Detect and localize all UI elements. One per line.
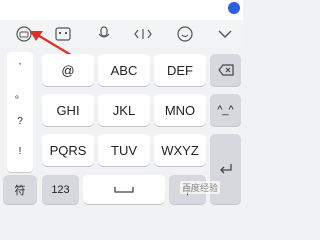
punctuation-list: , 。 ? ! [7,52,33,172]
key-pqrs[interactable]: PQRS [42,134,94,166]
key-wxyz[interactable]: WXYZ [154,134,206,166]
key-def[interactable]: DEF [154,54,206,86]
symbol-key[interactable]: 符 [3,175,37,204]
space-icon [114,186,134,193]
watermark: 百度经验 [180,181,221,194]
key-ghi[interactable]: GHI [42,94,94,126]
punctuation-item[interactable]: 。 [7,86,33,101]
key-mno[interactable]: MNO [154,94,206,126]
punctuation-item[interactable]: ? [7,116,33,127]
microphone-icon[interactable] [94,24,114,44]
punctuation-item[interactable]: , [7,56,33,67]
number-key[interactable]: 123 [42,175,79,204]
smiley-icon[interactable] [175,24,195,44]
key-abc[interactable]: ABC [98,54,150,86]
collapse-chevron-icon[interactable] [215,24,235,44]
assistant-avatar-icon[interactable] [228,2,240,14]
key-at[interactable]: @ [42,54,94,86]
backspace-icon [217,64,234,76]
cursor-move-icon[interactable] [132,24,154,44]
app-top-area [0,0,243,20]
space-key[interactable] [83,175,165,204]
key-jkl[interactable]: JKL [98,94,150,126]
enter-icon [219,164,232,174]
punctuation-item[interactable]: ! [7,146,33,157]
backspace-key[interactable] [210,54,241,86]
key-tuv[interactable]: TUV [98,134,150,166]
emoticon-key[interactable]: ^_^ [210,94,241,126]
